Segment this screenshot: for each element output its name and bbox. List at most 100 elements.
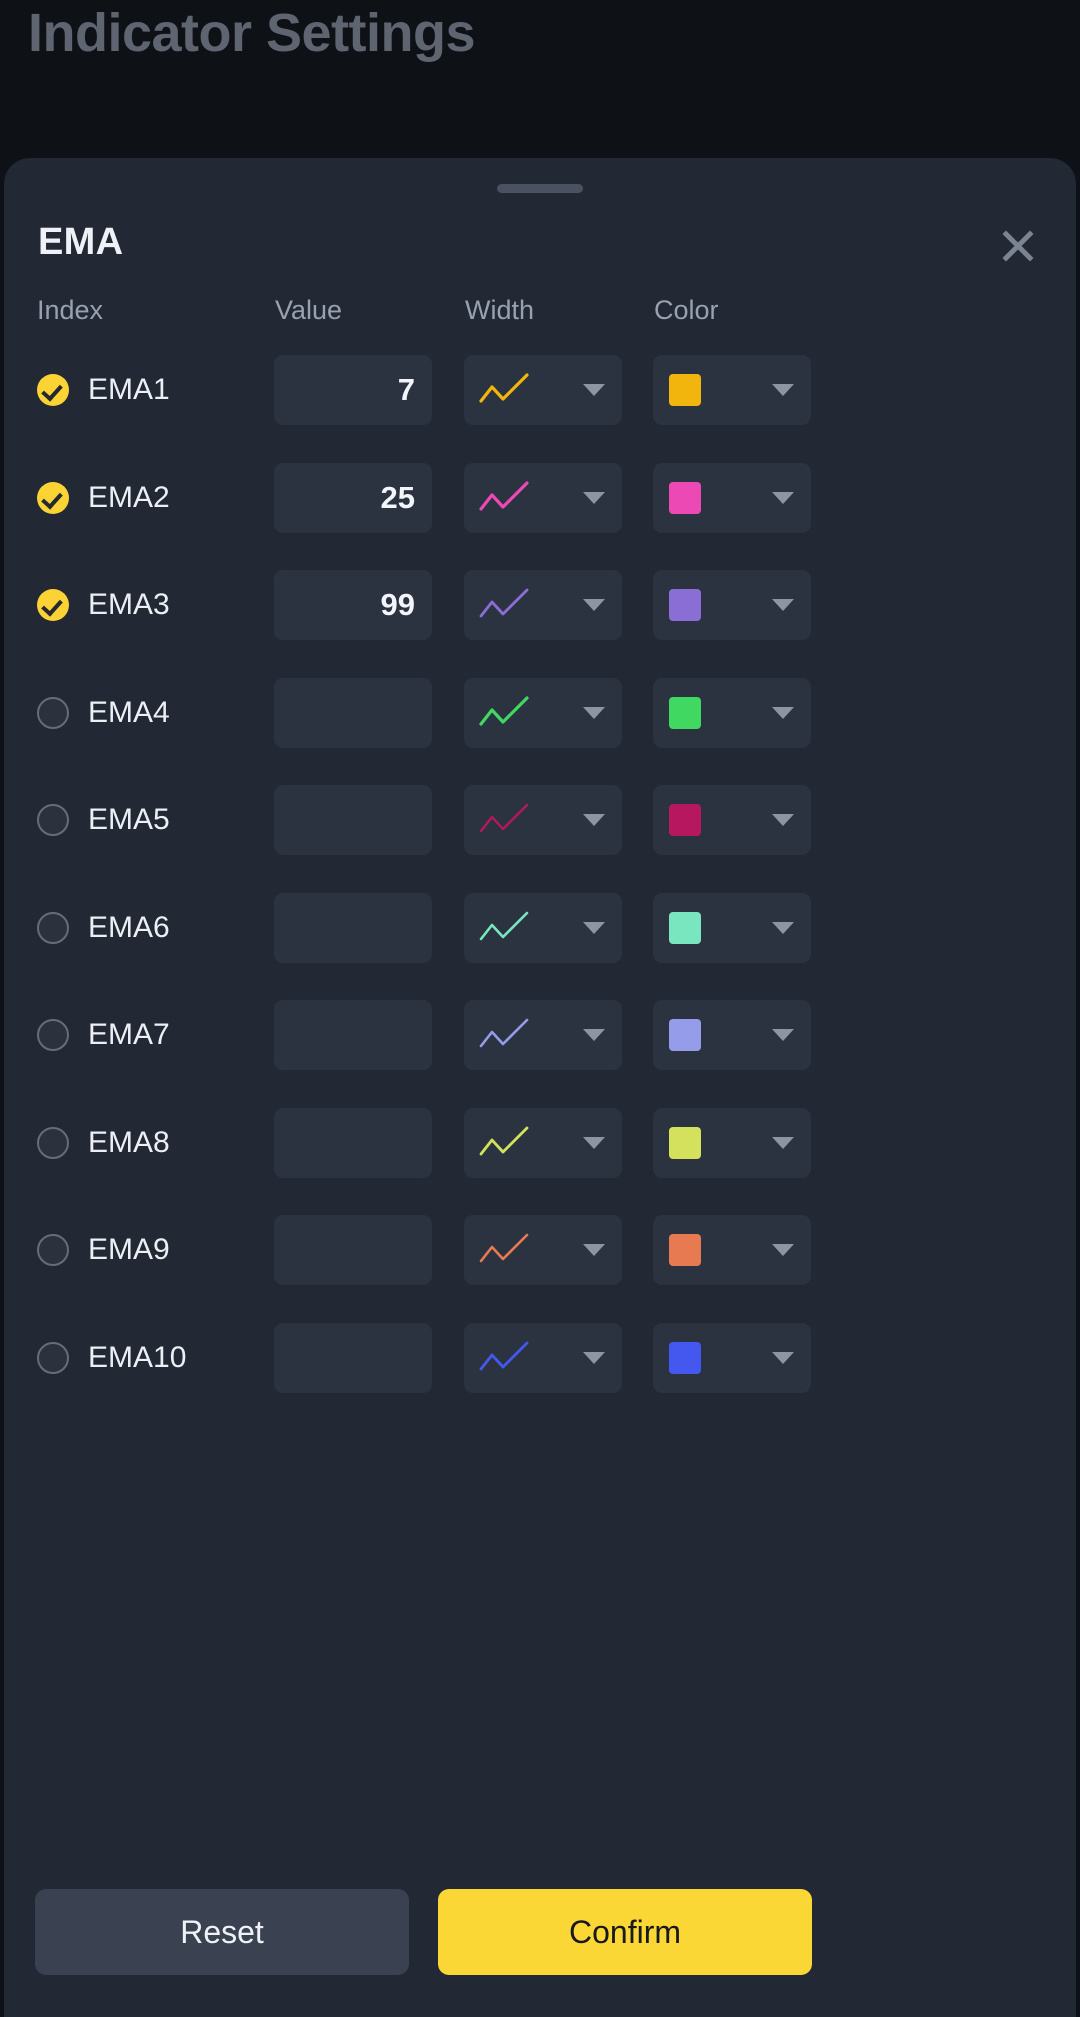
chevron-down-icon — [583, 1136, 605, 1149]
indicator-rows: EMA1 7 EMA2 25 EMA3 99 EMA4 EMA5 EMA6 EMA7 EMA8 EMA… — [4, 355, 1076, 1430]
value-input[interactable] — [274, 1322, 432, 1393]
value-input[interactable]: 99 — [274, 570, 432, 640]
table-row: EMA2 25 — [4, 462, 1076, 571]
value-input[interactable] — [274, 892, 432, 963]
color-swatch — [669, 1234, 701, 1266]
column-header-color: Color — [654, 295, 719, 325]
chevron-down-icon — [583, 1351, 605, 1364]
column-header-index: Index — [37, 295, 104, 325]
width-select[interactable] — [464, 1107, 622, 1178]
checkbox-checked-icon[interactable] — [37, 589, 69, 621]
index-label: EMA4 — [88, 695, 170, 729]
index-cell-ema3[interactable]: EMA3 — [37, 570, 170, 640]
index-label: EMA1 — [88, 373, 170, 406]
checkbox-unchecked-icon[interactable] — [37, 1234, 69, 1266]
sheet-title: EMA — [38, 221, 124, 263]
table-row: EMA10 — [4, 1322, 1076, 1431]
chevron-down-icon — [583, 1029, 605, 1041]
close-button[interactable] — [992, 220, 1044, 272]
checkbox-unchecked-icon[interactable] — [37, 1126, 69, 1159]
drag-handle[interactable] — [497, 184, 583, 193]
index-cell-ema8[interactable]: EMA8 — [37, 1108, 170, 1178]
index-cell-ema1[interactable]: EMA1 — [37, 355, 170, 425]
confirm-button[interactable]: Confirm — [438, 1889, 812, 1975]
line-width-preview-icon — [479, 1018, 529, 1048]
value-text: 25 — [380, 479, 415, 515]
index-cell-ema6[interactable]: EMA6 — [37, 893, 170, 963]
color-swatch — [669, 804, 701, 836]
chevron-down-icon — [772, 599, 794, 611]
checkbox-unchecked-icon[interactable] — [37, 1019, 69, 1051]
index-label: EMA6 — [88, 910, 170, 944]
indicator-settings-sheet: EMA Index Value Width Color EMA1 7 EMA2 25 E… — [4, 158, 1076, 2017]
value-input[interactable] — [274, 785, 432, 855]
index-cell-ema4[interactable]: EMA4 — [37, 678, 170, 748]
color-swatch — [669, 696, 701, 729]
checkbox-unchecked-icon[interactable] — [37, 911, 69, 944]
table-row: EMA6 — [4, 892, 1076, 1001]
width-select[interactable] — [464, 462, 622, 533]
column-header-width: Width — [465, 295, 535, 325]
close-icon — [1002, 230, 1034, 262]
column-headers: Index Value Width Color — [4, 293, 1076, 337]
width-select[interactable] — [464, 892, 622, 963]
chevron-down-icon — [772, 1029, 794, 1041]
color-select[interactable] — [653, 677, 811, 748]
chevron-down-icon — [583, 384, 605, 396]
reset-button[interactable]: Reset — [35, 1889, 409, 1975]
index-cell-ema7[interactable]: EMA7 — [37, 1000, 170, 1070]
index-label: EMA8 — [88, 1125, 170, 1159]
color-select[interactable] — [653, 1000, 811, 1070]
checkbox-checked-icon[interactable] — [37, 481, 69, 514]
checkbox-unchecked-icon[interactable] — [37, 804, 69, 836]
width-select[interactable] — [464, 355, 622, 425]
column-header-value: Value — [275, 295, 343, 325]
color-select[interactable] — [653, 892, 811, 963]
checkbox-checked-icon[interactable] — [37, 374, 69, 406]
color-select[interactable] — [653, 462, 811, 533]
index-label: EMA5 — [88, 803, 170, 836]
value-input[interactable] — [274, 1000, 432, 1070]
index-cell-ema2[interactable]: EMA2 — [37, 463, 170, 533]
color-select[interactable] — [653, 1107, 811, 1178]
value-input[interactable] — [274, 1107, 432, 1178]
line-width-preview-icon — [479, 1126, 529, 1155]
index-cell-ema10[interactable]: EMA10 — [37, 1323, 186, 1393]
color-swatch — [669, 1126, 701, 1159]
width-select[interactable] — [464, 1322, 622, 1393]
chevron-down-icon — [772, 1136, 794, 1149]
chevron-down-icon — [583, 599, 605, 611]
width-select[interactable] — [464, 785, 622, 855]
color-select[interactable] — [653, 355, 811, 425]
color-swatch — [669, 1341, 701, 1374]
value-input[interactable]: 25 — [274, 462, 432, 533]
chevron-down-icon — [772, 706, 794, 719]
index-cell-ema5[interactable]: EMA5 — [37, 785, 170, 855]
footer-actions: Reset Confirm — [4, 1857, 1076, 2017]
value-text: 7 — [397, 372, 415, 407]
index-cell-ema9[interactable]: EMA9 — [37, 1215, 170, 1285]
width-select[interactable] — [464, 1215, 622, 1285]
color-select[interactable] — [653, 570, 811, 640]
table-row: EMA3 99 — [4, 570, 1076, 678]
chevron-down-icon — [583, 921, 605, 934]
chevron-down-icon — [772, 921, 794, 934]
checkbox-unchecked-icon[interactable] — [37, 1341, 69, 1374]
width-select[interactable] — [464, 1000, 622, 1070]
color-select[interactable] — [653, 1322, 811, 1393]
color-swatch — [669, 1019, 701, 1051]
index-label: EMA2 — [88, 480, 170, 514]
checkbox-unchecked-icon[interactable] — [37, 696, 69, 729]
index-label: EMA9 — [88, 1233, 170, 1266]
color-select[interactable] — [653, 785, 811, 855]
color-swatch — [669, 481, 701, 514]
width-select[interactable] — [464, 570, 622, 640]
color-swatch — [669, 911, 701, 944]
line-width-preview-icon — [479, 480, 529, 511]
line-width-preview-icon — [479, 1341, 529, 1370]
width-select[interactable] — [464, 677, 622, 748]
value-input[interactable] — [274, 677, 432, 748]
value-input[interactable]: 7 — [274, 355, 432, 425]
value-input[interactable] — [274, 1215, 432, 1285]
color-select[interactable] — [653, 1215, 811, 1285]
